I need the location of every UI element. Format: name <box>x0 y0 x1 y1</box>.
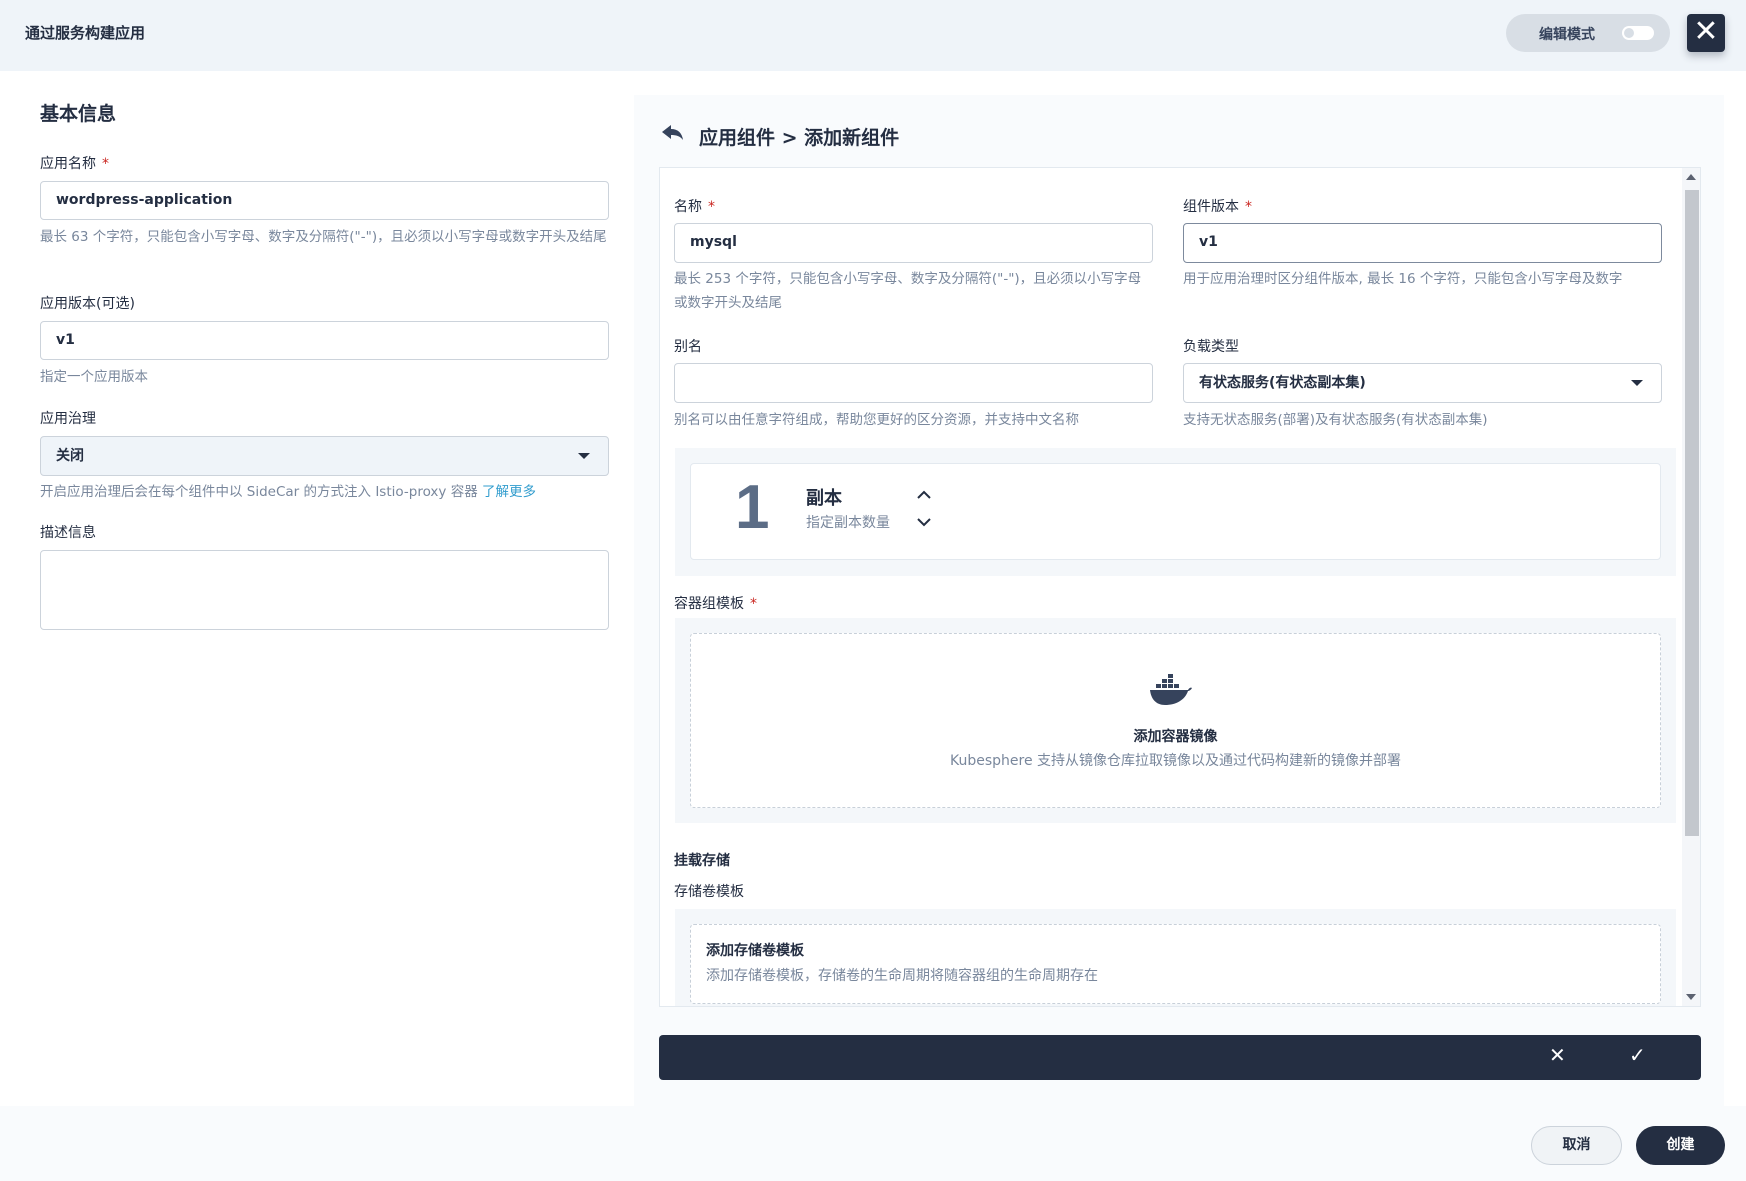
governance-help: 开启应用治理后会在每个组件中以 SideCar 的方式注入 Istio-prox… <box>40 480 536 504</box>
volume-template-label: 存储卷模板 <box>674 884 744 900</box>
alias-label: 别名 <box>674 339 702 355</box>
component-name-label-text: 名称 <box>674 199 702 215</box>
scroll-up-arrow-icon[interactable] <box>1686 174 1696 180</box>
required-mark: * <box>102 156 109 172</box>
governance-help-text: 开启应用治理后会在每个组件中以 SideCar 的方式注入 Istio-prox… <box>40 484 478 500</box>
required-mark: * <box>750 596 757 612</box>
add-volume-template-area[interactable]: 添加存储卷模板 添加存储卷模板，存储卷的生命周期将随容器组的生命周期存在 <box>690 924 1661 1004</box>
app-name-label: 应用名称 * <box>40 153 109 173</box>
description-textarea[interactable] <box>40 550 609 630</box>
app-version-help: 指定一个应用版本 <box>40 369 148 385</box>
section-title: 基本信息 <box>40 103 117 125</box>
breadcrumb: 应用组件 > 添加新组件 <box>699 127 900 149</box>
component-version-label: 组件版本 * <box>1183 196 1252 216</box>
workload-type-label: 负载类型 <box>1183 339 1239 355</box>
component-name-input[interactable]: mysql <box>674 223 1153 263</box>
scroll-down-arrow-icon[interactable] <box>1686 994 1696 1000</box>
container-template-label-text: 容器组模板 <box>674 596 744 612</box>
replica-subtitle: 指定副本数量 <box>806 515 890 531</box>
add-volume-title: 添加存储卷模板 <box>706 943 804 959</box>
replica-control: 1 副本 指定副本数量 <box>690 463 1661 560</box>
workload-type-value: 有状态服务(有状态副本集) <box>1199 375 1366 391</box>
mount-storage-label: 挂载存储 <box>674 853 730 869</box>
page-header: 通过服务构建应用 编辑模式 ✕ <box>0 0 1746 71</box>
required-mark: * <box>1245 199 1252 215</box>
governance-value: 关闭 <box>56 448 84 464</box>
cancel-component-button[interactable]: ✕ <box>1549 1043 1566 1067</box>
governance-label: 应用治理 <box>40 411 96 427</box>
page-footer: 取消 创建 <box>0 1106 1746 1181</box>
required-mark: * <box>708 199 715 215</box>
add-container-image-area[interactable]: 添加容器镜像 Kubesphere 支持从镜像仓库拉取镜像以及通过代码构建新的镜… <box>690 633 1661 808</box>
alias-help: 别名可以由任意字符组成，帮助您更好的区分资源，并支持中文名称 <box>674 412 1079 428</box>
component-version-input[interactable]: v1 <box>1183 223 1662 263</box>
confirm-component-button[interactable]: ✓ <box>1629 1043 1646 1067</box>
app-version-label: 应用版本(可选) <box>40 296 135 312</box>
component-panel: 应用组件 > 添加新组件 名称 * mysql 最长 253 个字符，只能包含小写… <box>634 95 1724 1106</box>
replica-title: 副本 <box>806 488 842 509</box>
scrollbar-thumb[interactable] <box>1685 190 1699 836</box>
component-name-label: 名称 * <box>674 196 715 216</box>
toggle-switch-icon[interactable] <box>1622 26 1654 40</box>
add-container-title: 添加容器镜像 <box>1133 729 1218 745</box>
container-template-label: 容器组模板 * <box>674 593 757 613</box>
cancel-button[interactable]: 取消 <box>1531 1126 1622 1165</box>
edit-mode-label: 编辑模式 <box>1539 27 1595 43</box>
container-template-section: 添加容器镜像 Kubesphere 支持从镜像仓库拉取镜像以及通过代码构建新的镜… <box>675 618 1676 823</box>
app-version-input[interactable]: v1 <box>40 321 609 360</box>
close-button[interactable]: ✕ <box>1687 14 1725 52</box>
app-name-help: 最长 63 个字符，只能包含小写字母、数字及分隔符("-")，且必须以小写字母或… <box>40 229 607 245</box>
add-volume-desc: 添加存储卷模板，存储卷的生命周期将随容器组的生命周期存在 <box>706 968 1098 984</box>
component-form: 名称 * mysql 最长 253 个字符，只能包含小写字母、数字及分隔符("-"… <box>659 167 1701 1007</box>
back-arrow-icon[interactable] <box>662 125 684 141</box>
scrollbar[interactable] <box>1682 168 1700 1006</box>
description-label: 描述信息 <box>40 525 96 541</box>
app-name-input[interactable]: wordpress-application <box>40 181 609 220</box>
component-version-label-text: 组件版本 <box>1183 199 1239 215</box>
learn-more-link[interactable]: 了解更多 <box>482 484 536 500</box>
replica-count: 1 <box>735 473 770 542</box>
component-version-help: 用于应用治理时区分组件版本, 最长 16 个字符，只能包含小写字母及数字 <box>1183 271 1623 287</box>
volume-template-section: 添加存储卷模板 添加存储卷模板，存储卷的生命周期将随容器组的生命周期存在 <box>675 909 1676 1006</box>
alias-input[interactable] <box>674 363 1153 403</box>
app-name-label-text: 应用名称 <box>40 156 96 172</box>
docker-icon <box>1150 674 1192 705</box>
basic-info-panel: 基本信息 应用名称 * wordpress-application 最长 63 个… <box>0 71 634 1106</box>
caret-down-icon <box>1631 380 1643 386</box>
caret-down-icon <box>578 453 590 459</box>
page-title: 通过服务构建应用 <box>25 24 146 42</box>
chevron-up-icon[interactable] <box>917 488 931 502</box>
governance-select[interactable]: 关闭 <box>40 436 609 476</box>
chevron-down-icon[interactable] <box>917 515 931 529</box>
replica-section: 1 副本 指定副本数量 <box>675 448 1676 576</box>
add-container-desc: Kubesphere 支持从镜像仓库拉取镜像以及通过代码构建新的镜像并部署 <box>949 753 1402 769</box>
component-action-bar: ✕ ✓ <box>659 1035 1701 1080</box>
workload-type-select[interactable]: 有状态服务(有状态副本集) <box>1183 363 1662 403</box>
component-name-help: 最长 253 个字符，只能包含小写字母、数字及分隔符("-")，且必须以小写字母… <box>674 271 1142 311</box>
edit-mode-toggle[interactable]: 编辑模式 <box>1506 14 1670 52</box>
create-button[interactable]: 创建 <box>1636 1126 1725 1165</box>
workload-type-help: 支持无状态服务(部署)及有状态服务(有状态副本集) <box>1183 412 1488 428</box>
